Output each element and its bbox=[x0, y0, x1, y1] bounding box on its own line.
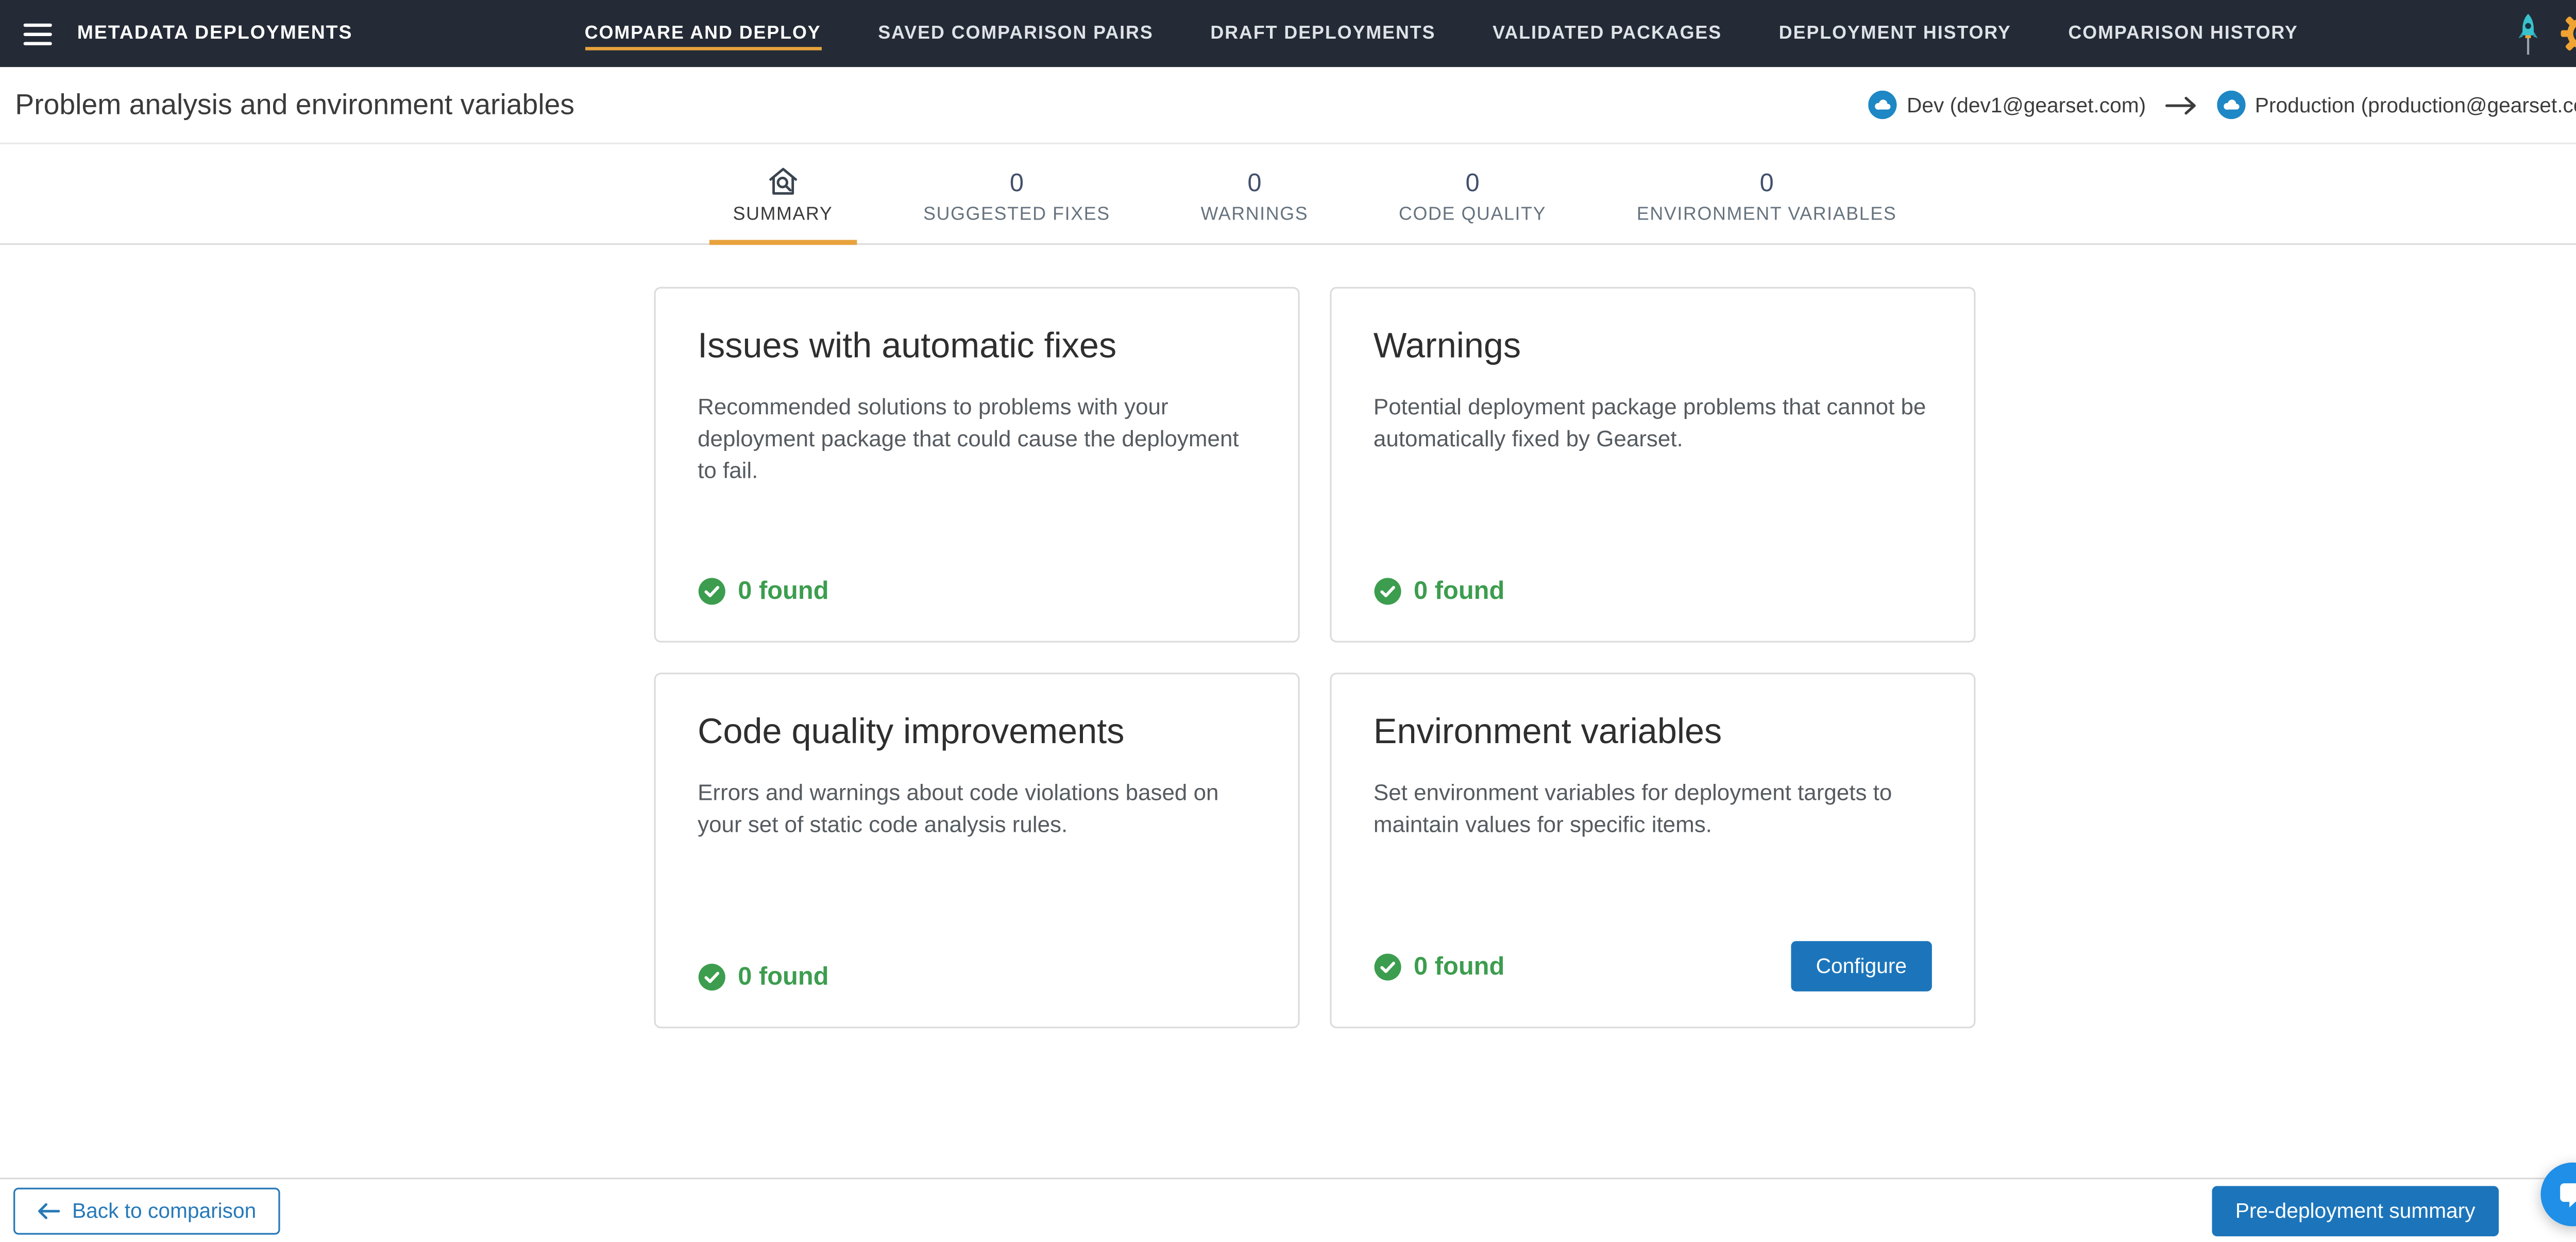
tab-code-quality-count: 0 bbox=[1465, 169, 1480, 198]
hamburger-menu-icon[interactable] bbox=[17, 16, 59, 51]
app-brand-title: METADATA DEPLOYMENTS bbox=[77, 23, 353, 44]
tab-code-quality[interactable]: 0 CODE QUALITY bbox=[1375, 164, 1569, 245]
card-status-row: 0 found bbox=[1374, 577, 1932, 606]
success-check-icon bbox=[1374, 952, 1402, 980]
card-status-row: 0 found bbox=[698, 963, 1256, 992]
card-description: Recommended solutions to problems with y… bbox=[698, 394, 1239, 484]
status-count-text: 0 found bbox=[1414, 577, 1505, 606]
app-root: METADATA DEPLOYMENTS COMPARE AND DEPLOY … bbox=[0, 0, 2576, 1241]
footer-bar: Back to comparison Pre-deployment summar… bbox=[0, 1178, 2576, 1241]
nav-item-comparison-history[interactable]: COMPARISON HISTORY bbox=[2068, 19, 2298, 49]
tab-warnings-count: 0 bbox=[1247, 169, 1262, 198]
top-navigation-bar: METADATA DEPLOYMENTS COMPARE AND DEPLOY … bbox=[0, 0, 2576, 68]
arrow-right-icon bbox=[2164, 95, 2198, 115]
card-title: Issues with automatic fixes bbox=[698, 327, 1117, 366]
nav-item-draft-deployments[interactable]: DRAFT DEPLOYMENTS bbox=[1210, 19, 1435, 49]
card-issues-with-automatic-fixes: Issues with automatic fixes Recommended … bbox=[654, 287, 1300, 643]
status-count-text: 0 found bbox=[738, 577, 829, 606]
tab-suggested-fixes[interactable]: 0 SUGGESTED FIXES bbox=[900, 164, 1134, 245]
target-org-label: Production (production@gearset.com) bbox=[2255, 93, 2576, 117]
card-description: Potential deployment package problems th… bbox=[1373, 394, 1926, 452]
tab-suggested-fixes-label: SUGGESTED FIXES bbox=[923, 205, 1110, 225]
gearset-logo[interactable] bbox=[2559, 10, 2576, 57]
card-status-row: 0 found bbox=[698, 577, 1256, 606]
card-title: Code quality improvements bbox=[698, 713, 1125, 752]
tab-warnings-label: WARNINGS bbox=[1200, 205, 1309, 225]
arrow-left-icon bbox=[37, 1202, 61, 1219]
source-org: Dev (dev1@gearset.com) bbox=[1868, 90, 2146, 120]
nav-item-deployment-history[interactable]: DEPLOYMENT HISTORY bbox=[1779, 19, 2011, 49]
tab-environment-variables[interactable]: 0 ENVIRONMENT VARIABLES bbox=[1613, 164, 1920, 245]
success-check-icon bbox=[698, 577, 726, 606]
topbar-brand-area: METADATA DEPLOYMENTS bbox=[0, 0, 366, 67]
status-count-text: 0 found bbox=[1414, 952, 1505, 981]
back-to-comparison-label: Back to comparison bbox=[72, 1198, 257, 1222]
pre-deployment-summary-button[interactable]: Pre-deployment summary bbox=[2212, 1185, 2499, 1236]
nav-item-saved-comparison-pairs[interactable]: SAVED COMPARISON PAIRS bbox=[878, 19, 1153, 49]
summary-home-search-icon bbox=[766, 166, 800, 196]
card-title: Warnings bbox=[1373, 327, 1521, 366]
topnav-items: COMPARE AND DEPLOY SAVED COMPARISON PAIR… bbox=[366, 0, 2517, 67]
back-to-comparison-button[interactable]: Back to comparison bbox=[13, 1186, 280, 1234]
nav-item-validated-packages[interactable]: VALIDATED PACKAGES bbox=[1493, 19, 1722, 49]
status-count-text: 0 found bbox=[738, 963, 829, 992]
summary-cards-grid: Issues with automatic fixes Recommended … bbox=[654, 287, 1976, 1029]
tab-summary-label: SUMMARY bbox=[733, 205, 833, 225]
configure-button[interactable]: Configure bbox=[1790, 941, 1932, 992]
tab-environment-variables-label: ENVIRONMENT VARIABLES bbox=[1636, 205, 1897, 225]
target-org: Production (production@gearset.com) bbox=[2216, 90, 2576, 120]
card-description: Set environment variables for deployment… bbox=[1373, 780, 1892, 837]
source-org-label: Dev (dev1@gearset.com) bbox=[1906, 93, 2146, 117]
rocket-avatar-icon[interactable] bbox=[2517, 11, 2539, 56]
card-status-row: 0 found Configure bbox=[1374, 941, 1932, 992]
page-title: Problem analysis and environment variabl… bbox=[15, 88, 575, 120]
analysis-tabs: SUMMARY 0 SUGGESTED FIXES 0 WARNINGS 0 C… bbox=[0, 144, 2576, 245]
topbar-right-icons bbox=[2517, 0, 2576, 67]
nav-item-compare-and-deploy[interactable]: COMPARE AND DEPLOY bbox=[584, 18, 821, 50]
success-check-icon bbox=[1374, 577, 1402, 606]
card-code-quality-improvements: Code quality improvements Errors and war… bbox=[654, 673, 1300, 1029]
target-org-cloud-icon bbox=[2216, 90, 2245, 120]
success-check-icon bbox=[698, 963, 726, 991]
card-environment-variables: Environment variables Set environment va… bbox=[1330, 673, 1976, 1029]
org-pair: Dev (dev1@gearset.com) Production (produ… bbox=[1868, 90, 2576, 120]
card-title: Environment variables bbox=[1373, 713, 1722, 752]
tab-environment-variables-count: 0 bbox=[1759, 169, 1774, 198]
card-warnings: Warnings Potential deployment package pr… bbox=[1330, 287, 1976, 643]
chat-bubble-icon bbox=[2556, 1179, 2576, 1211]
source-org-cloud-icon bbox=[1868, 90, 1897, 120]
tab-code-quality-label: CODE QUALITY bbox=[1399, 205, 1547, 225]
page-header: Problem analysis and environment variabl… bbox=[0, 67, 2576, 144]
tab-summary[interactable]: SUMMARY bbox=[709, 164, 856, 245]
tab-warnings[interactable]: 0 WARNINGS bbox=[1177, 164, 1332, 245]
card-description: Errors and warnings about code violation… bbox=[698, 780, 1219, 837]
tab-suggested-fixes-count: 0 bbox=[1009, 169, 1024, 198]
